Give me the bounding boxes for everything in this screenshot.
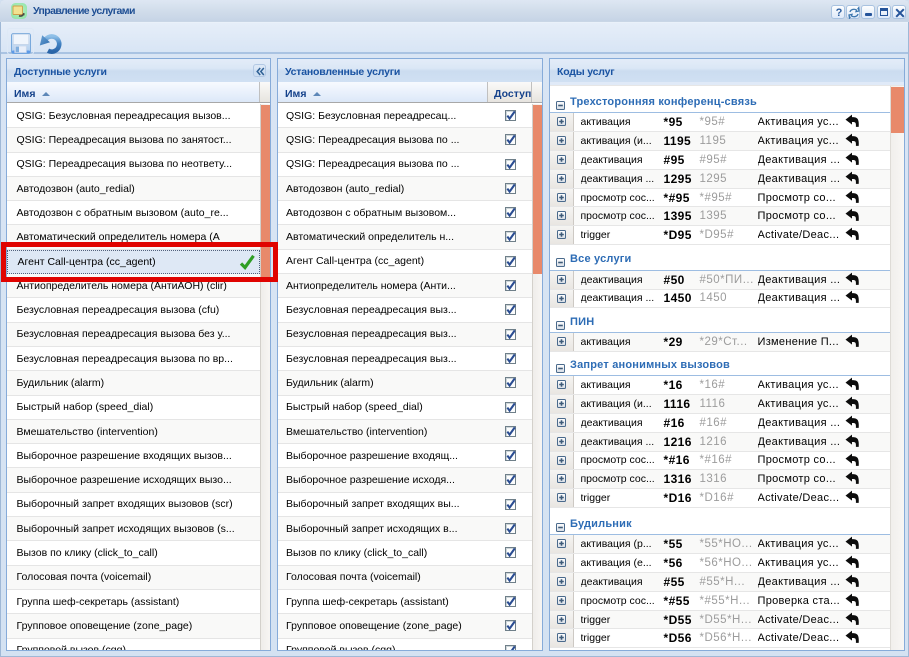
svg-text:?: ?	[836, 7, 843, 18]
